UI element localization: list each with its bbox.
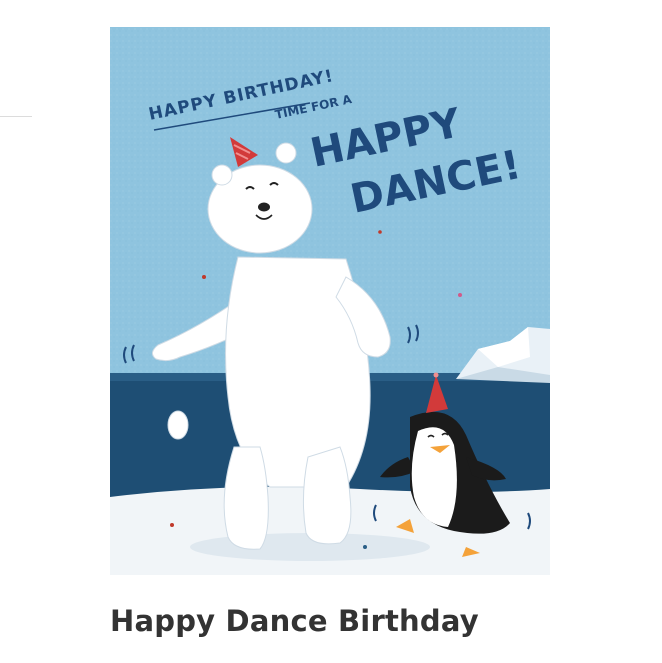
product-title-link[interactable]: Happy Dance Birthday [110, 604, 479, 638]
greeting-card-image: HAPPY BIRTHDAY! TIME FOR A HAPPY DANCE! [110, 27, 550, 575]
left-divider [0, 116, 32, 117]
product-image-link[interactable]: HAPPY BIRTHDAY! TIME FOR A HAPPY DANCE! [110, 27, 550, 575]
